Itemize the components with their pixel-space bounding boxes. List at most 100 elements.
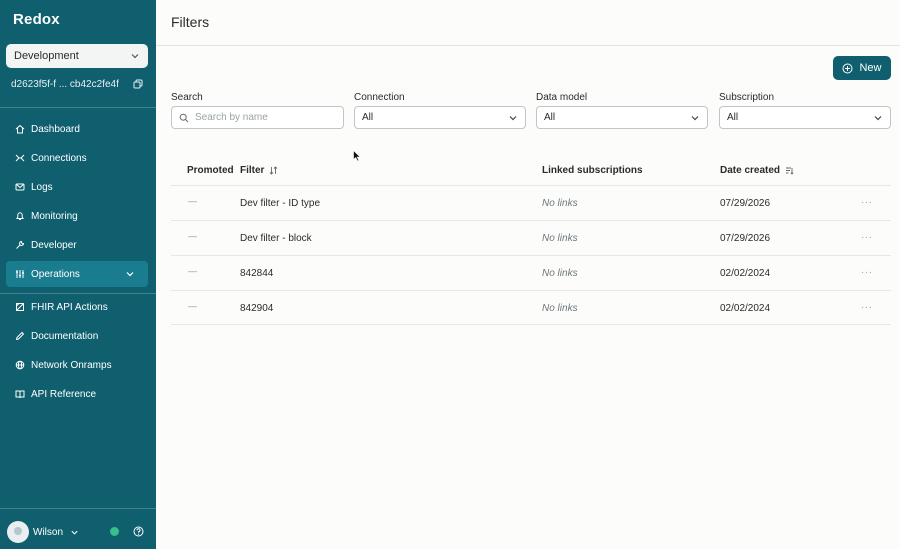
table-divider — [171, 185, 891, 186]
environment-select[interactable]: Development — [6, 44, 148, 68]
mouse-cursor-icon — [353, 150, 361, 162]
data-model-label: Data model — [536, 92, 588, 103]
bell-icon — [16, 212, 24, 220]
search-input[interactable]: Search by name — [171, 106, 344, 129]
data-model-select[interactable]: All — [536, 106, 708, 129]
environment-id-text: d2623f5f-f ... cb42c2fe4f — [11, 78, 119, 90]
search-label: Search — [171, 92, 203, 103]
user-menu[interactable]: Wilson — [7, 520, 149, 544]
column-header-filter[interactable]: Filter — [240, 165, 278, 176]
linked-subscriptions-cell: No links — [542, 233, 578, 244]
column-header-promoted: Promoted — [187, 165, 234, 176]
sidebar-item-api-reference[interactable]: API Reference — [6, 381, 148, 407]
date-created-cell: 02/02/2024 — [720, 303, 771, 314]
date-created-cell: 02/02/2024 — [720, 268, 771, 279]
filter-name-cell[interactable]: 842844 — [240, 268, 273, 279]
column-header-label: Date created — [720, 165, 781, 176]
filter-name-cell[interactable]: 842904 — [240, 303, 273, 314]
header-divider — [156, 45, 900, 46]
filter-name-cell[interactable]: Dev filter - ID type — [240, 198, 320, 209]
more-actions-icon[interactable]: ··· — [861, 302, 873, 313]
new-button-label: New — [859, 62, 882, 74]
table-divider — [171, 220, 891, 221]
sidebar-item-label: FHIR API Actions — [31, 301, 108, 313]
sidebar-divider — [0, 107, 156, 108]
linked-subscriptions-cell: No links — [542, 268, 578, 279]
sidebar-item-label: API Reference — [31, 388, 97, 400]
book-icon — [15, 390, 25, 399]
sidebar-item-label: Operations — [31, 268, 80, 280]
chevron-down-icon — [874, 115, 882, 120]
sidebar-item-dashboard[interactable]: Dashboard — [6, 116, 148, 142]
column-header-label: Promoted — [187, 165, 234, 176]
sidebar-item-monitoring[interactable]: Monitoring — [6, 203, 148, 229]
column-header-label: Linked subscriptions — [542, 165, 643, 176]
page-title: Filters — [171, 14, 210, 30]
subscription-label: Subscription — [719, 92, 775, 103]
date-created-cell: 07/29/2026 — [720, 233, 771, 244]
sort-icon[interactable] — [269, 166, 278, 175]
sidebar-item-label: Logs — [31, 181, 53, 193]
chevron-down-icon — [509, 115, 517, 120]
sidebar-item-fhir-api-actions[interactable]: FHIR API Actions — [6, 294, 148, 320]
linked-subscriptions-cell: No links — [542, 198, 578, 209]
new-filter-button[interactable]: New — [833, 56, 891, 80]
promoted-cell: — — [188, 301, 197, 311]
chevron-down-icon[interactable] — [125, 269, 135, 279]
connections-icon — [15, 154, 25, 162]
avatar — [7, 521, 29, 543]
search-placeholder: Search by name — [195, 112, 268, 123]
column-header-linked-subscriptions: Linked subscriptions — [542, 165, 643, 176]
sidebar-item-developer[interactable]: Developer — [6, 232, 148, 258]
data-model-value: All — [544, 112, 556, 123]
chevron-down-icon[interactable] — [70, 528, 79, 537]
status-indicator — [110, 527, 119, 536]
sidebar-item-label: Network Onramps — [31, 359, 112, 371]
sort-descending-icon[interactable] — [785, 166, 794, 175]
sidebar-divider — [0, 508, 156, 509]
more-actions-icon[interactable]: ··· — [861, 197, 873, 208]
more-actions-icon[interactable]: ··· — [861, 267, 873, 278]
logo: Redox — [13, 11, 60, 28]
more-actions-icon[interactable]: ··· — [861, 232, 873, 243]
sidebar-item-documentation[interactable]: Documentation — [6, 323, 148, 349]
connection-value: All — [362, 112, 374, 123]
promoted-cell: — — [188, 266, 197, 276]
sidebar-item-label: Developer — [31, 239, 77, 251]
sliders-icon — [16, 270, 24, 278]
promoted-cell: — — [188, 231, 197, 241]
promoted-cell: — — [188, 196, 197, 206]
date-created-cell: 07/29/2026 — [720, 198, 771, 209]
main-content: Filters New Search Search by name Connec… — [156, 0, 900, 549]
user-name: Wilson — [33, 526, 64, 538]
sidebar: Redox Development d2623f5f-f ... cb42c2f… — [0, 0, 156, 549]
chevron-down-icon — [691, 115, 699, 120]
table-divider — [171, 255, 891, 256]
fhir-icon — [16, 303, 24, 311]
connection-label: Connection — [354, 92, 405, 103]
subscription-value: All — [727, 112, 739, 123]
connection-select[interactable]: All — [354, 106, 526, 129]
table-divider — [171, 290, 891, 291]
home-icon — [15, 124, 25, 134]
pen-icon — [15, 331, 25, 341]
linked-subscriptions-cell: No links — [542, 303, 578, 314]
sidebar-item-label: Monitoring — [31, 210, 78, 222]
wrench-icon — [16, 240, 25, 249]
search-icon — [179, 113, 189, 122]
sidebar-item-label: Dashboard — [31, 123, 80, 135]
column-header-label: Filter — [240, 165, 265, 176]
sidebar-item-logs[interactable]: Logs — [6, 174, 148, 200]
filter-name-cell[interactable]: Dev filter - block — [240, 233, 312, 244]
sidebar-item-network-onramps[interactable]: Network Onramps — [6, 352, 148, 378]
environment-label: Development — [14, 50, 79, 62]
column-header-date-created[interactable]: Date created — [720, 165, 794, 176]
sidebar-item-operations[interactable]: Operations — [6, 261, 148, 287]
help-icon[interactable] — [133, 526, 144, 537]
subscription-select[interactable]: All — [719, 106, 891, 129]
plus-circle-icon — [842, 63, 853, 73]
table-divider — [171, 324, 891, 325]
copy-icon[interactable] — [133, 79, 143, 89]
sidebar-item-connections[interactable]: Connections — [6, 145, 148, 171]
chevron-down-icon — [131, 54, 139, 59]
